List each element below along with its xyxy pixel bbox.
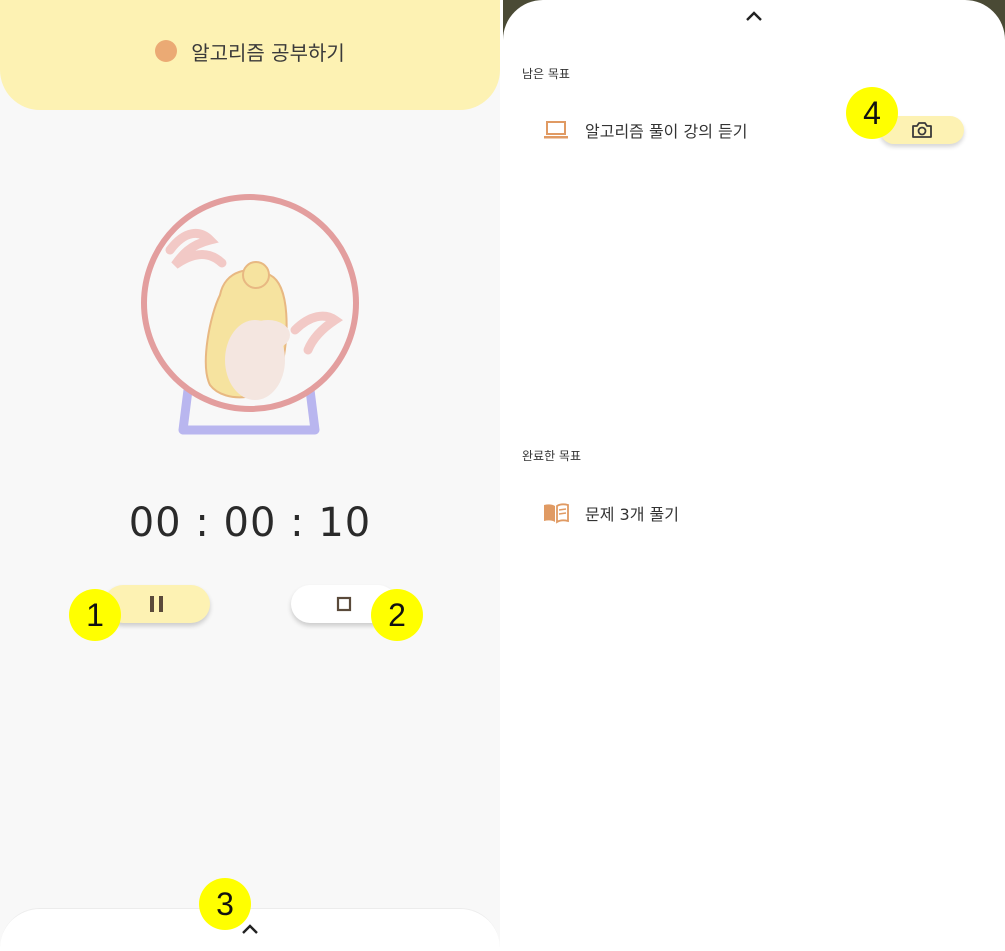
marker-3: 3 — [199, 878, 251, 930]
chevron-up-icon[interactable] — [241, 923, 259, 935]
chevron-up-icon[interactable] — [745, 10, 763, 22]
goal-color-dot — [155, 40, 178, 62]
book-icon — [544, 503, 569, 524]
goals-sheet: 남은 목표 알고리즘 풀이 강의 듣기 완료한 목표 문제 3개 풀기 — [503, 0, 1005, 951]
goal-title: 알고리즘 공부하기 — [191, 40, 345, 65]
goal-item-label: 알고리즘 풀이 강의 듣기 — [585, 122, 748, 141]
completed-goal-label: 문제 3개 풀기 — [585, 505, 679, 524]
timer-screen: 알고리즘 공부하기 00 : 00 : 10 — [0, 0, 500, 951]
goals-screen: 남은 목표 알고리즘 풀이 강의 듣기 완료한 목표 문제 3개 풀기 — [503, 0, 1005, 951]
remaining-goals-label: 남은 목표 — [522, 67, 570, 81]
laptop-icon — [544, 121, 568, 139]
goal-header: 알고리즘 공부하기 — [0, 0, 500, 110]
marker-1: 1 — [69, 589, 121, 641]
camera-icon — [912, 122, 932, 138]
goal-item[interactable]: 알고리즘 풀이 강의 듣기 — [543, 118, 747, 142]
completed-goals-label: 완료한 목표 — [522, 449, 582, 463]
marker-4: 4 — [846, 87, 898, 139]
completed-goal-item[interactable]: 문제 3개 풀기 — [543, 501, 679, 525]
elapsed-timer: 00 : 00 : 10 — [128, 500, 372, 546]
goals-bottom-sheet-handle[interactable] — [0, 908, 500, 951]
hamster-wheel-icon — [141, 194, 359, 435]
stop-icon — [336, 596, 352, 612]
marker-2: 2 — [371, 589, 423, 641]
pause-icon — [150, 596, 163, 612]
